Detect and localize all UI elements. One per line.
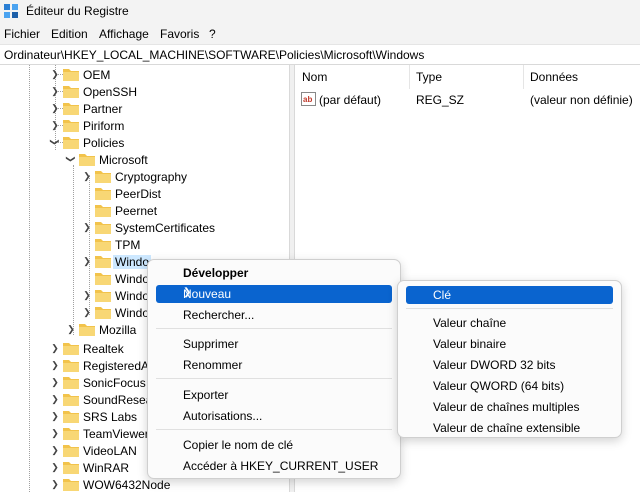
folder-icon [95, 239, 111, 251]
chevron-right-icon[interactable]: ❯ [50, 69, 60, 79]
address-path: Ordinateur\HKEY_LOCAL_MACHINE\SOFTWARE\P… [4, 48, 425, 62]
column-header-type[interactable]: Type [416, 70, 442, 84]
value-type: REG_SZ [416, 93, 465, 107]
folder-open-icon [79, 154, 95, 166]
folder-icon [95, 222, 111, 234]
folder-icon [63, 103, 79, 115]
chevron-down-icon[interactable]: ❯ [50, 137, 60, 147]
string-value-icon: ab [301, 92, 316, 106]
chevron-right-icon[interactable]: ❯ [50, 103, 60, 113]
registry-editor-icon [4, 4, 18, 18]
folder-icon [63, 445, 79, 457]
chevron-right-icon[interactable]: ❯ [50, 86, 60, 96]
submenu-item-valeur-binaire[interactable]: Valeur binaire [406, 335, 613, 353]
folder-icon [95, 188, 111, 200]
folder-icon [63, 343, 79, 355]
chevron-right-icon[interactable]: ❯ [82, 307, 92, 317]
menu-item-copier-nom-cle[interactable]: Copier le nom de clé [156, 436, 392, 454]
chevron-right-icon[interactable]: ❯ [50, 120, 60, 130]
menu-item-acceder-hkcu[interactable]: Accéder à HKEY_CURRENT_USER [156, 457, 392, 475]
folder-icon [95, 256, 111, 268]
svg-text:ab: ab [303, 95, 312, 104]
menu-item-exporter[interactable]: Exporter [156, 386, 392, 404]
folder-icon [63, 377, 79, 389]
chevron-right-icon[interactable]: ❯ [50, 394, 60, 404]
menu-item-developper[interactable]: Développer [156, 264, 392, 282]
context-menu: Développer Nouveau ❯ Rechercher... Suppri… [147, 259, 401, 479]
chevron-right-icon[interactable]: ❯ [50, 428, 60, 438]
menu-fichier[interactable]: Fichier [4, 27, 40, 41]
submenu-item-valeur-dword[interactable]: Valeur DWORD 32 bits [406, 356, 613, 374]
chevron-right-icon[interactable]: ❯ [50, 411, 60, 421]
title-bar: Éditeur du Registre [0, 0, 640, 24]
menu-item-rechercher[interactable]: Rechercher... [156, 306, 392, 324]
folder-icon [79, 324, 95, 336]
chevron-right-icon[interactable]: ❯ [50, 343, 60, 353]
chevron-right-icon[interactable]: ❯ [50, 377, 60, 387]
menu-edition[interactable]: Edition [51, 27, 88, 41]
chevron-right-icon[interactable]: ❯ [82, 171, 92, 181]
chevron-right-icon[interactable]: ❯ [50, 479, 60, 489]
menu-affichage[interactable]: Affichage [99, 27, 149, 41]
folder-icon [63, 394, 79, 406]
menu-item-autorisations[interactable]: Autorisations... [156, 407, 392, 425]
chevron-right-icon[interactable]: ❯ [50, 360, 60, 370]
submenu-nouveau: Clé Valeur chaîne Valeur binaire Valeur … [397, 280, 622, 438]
folder-open-icon [63, 137, 79, 149]
column-header-nom[interactable]: Nom [302, 70, 327, 84]
chevron-right-icon[interactable]: ❯ [82, 222, 92, 232]
menu-bar: Fichier Edition Affichage Favoris ? [0, 24, 640, 44]
chevron-right-icon[interactable]: ❯ [82, 290, 92, 300]
chevron-down-icon[interactable]: ❯ [66, 154, 76, 164]
folder-icon [95, 273, 111, 285]
menu-item-nouveau[interactable]: Nouveau ❯ [156, 285, 392, 303]
folder-icon [95, 171, 111, 183]
submenu-item-cle[interactable]: Clé [406, 286, 613, 304]
chevron-right-icon[interactable]: ❯ [50, 445, 60, 455]
folder-icon [63, 69, 79, 81]
folder-icon [63, 479, 79, 491]
chevron-right-icon: ❯ [183, 287, 192, 298]
folder-icon [63, 360, 79, 372]
submenu-item-valeur-chaine-extensible[interactable]: Valeur de chaîne extensible [406, 419, 613, 435]
chevron-right-icon[interactable]: ❯ [50, 462, 60, 472]
folder-icon [95, 205, 111, 217]
menu-favoris[interactable]: Favoris [160, 27, 199, 41]
value-data: (valeur non définie) [530, 93, 633, 107]
table-row[interactable]: ab (par défaut) REG_SZ (valeur non défin… [301, 92, 636, 109]
chevron-right-icon[interactable]: ❯ [82, 256, 92, 266]
submenu-item-valeur-chaines-multiples[interactable]: Valeur de chaînes multiples [406, 398, 613, 416]
menu-item-renommer[interactable]: Renommer [156, 356, 392, 374]
folder-icon [95, 290, 111, 302]
window-title: Éditeur du Registre [26, 4, 129, 18]
chevron-right-icon[interactable]: ❯ [66, 324, 76, 334]
column-header-donnees[interactable]: Données [530, 70, 578, 84]
folder-icon [63, 428, 79, 440]
folder-icon [63, 411, 79, 423]
menu-help[interactable]: ? [209, 27, 216, 41]
folder-icon [63, 120, 79, 132]
menu-item-supprimer[interactable]: Supprimer [156, 335, 392, 353]
folder-icon [95, 307, 111, 319]
value-name: (par défaut) [319, 93, 382, 107]
address-bar[interactable]: Ordinateur\HKEY_LOCAL_MACHINE\SOFTWARE\P… [0, 44, 640, 65]
folder-icon [63, 86, 79, 98]
submenu-item-valeur-qword[interactable]: Valeur QWORD (64 bits) [406, 377, 613, 395]
folder-icon [63, 462, 79, 474]
submenu-item-valeur-chaine[interactable]: Valeur chaîne [406, 314, 613, 332]
